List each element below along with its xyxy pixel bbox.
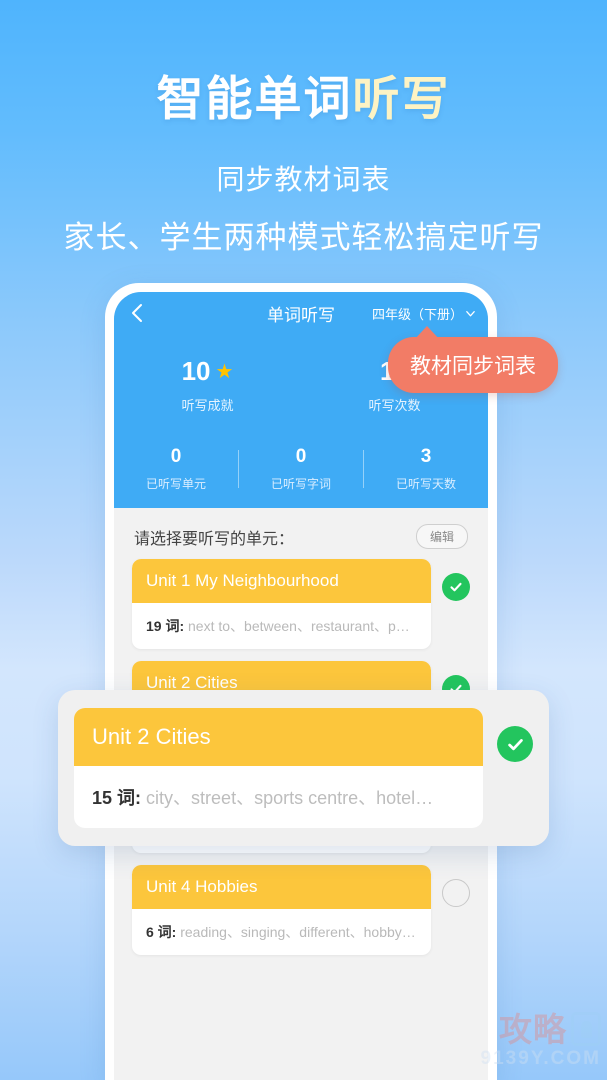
watermark: 攻略 9139Y.COM <box>481 1012 601 1070</box>
stat-words-label: 已听写字词 <box>239 475 363 492</box>
unit-title: Unit 2 Cities <box>74 708 483 766</box>
hero-subtitle-2: 家长、学生两种模式轻松搞定听写 <box>0 212 607 257</box>
callout-tail <box>414 326 440 340</box>
list-item[interactable]: Unit 4 Hobbies 6 词: reading、singing、diff… <box>132 865 470 955</box>
phone-screen: 单词听写 四年级（下册） 10 ★ 听写成就 13 <box>114 292 488 1080</box>
check-icon <box>505 734 526 755</box>
stat-words-value: 0 <box>239 446 363 468</box>
unit-word-count: 6 词: <box>146 924 176 940</box>
unit-checkbox-checked[interactable] <box>442 573 470 601</box>
unit-checkbox-checked[interactable] <box>497 726 533 762</box>
unit-word-preview: next to、between、restaurant、po… <box>188 618 418 634</box>
stat-days-label: 已听写天数 <box>364 475 488 492</box>
stat-achievement: 10 ★ 听写成就 <box>114 356 301 414</box>
unit-title: Unit 1 My Neighbourhood <box>132 559 431 603</box>
stat-units: 0 已听写单元 <box>114 446 238 492</box>
unit-list-header: 请选择要听写的单元： 编辑 <box>132 508 470 559</box>
stat-times-label: 听写次数 <box>301 395 488 414</box>
callout-badge: 教材同步词表 <box>388 337 558 393</box>
phone-mockup: 单词听写 四年级（下册） 10 ★ 听写成就 13 <box>105 283 497 1080</box>
grade-label: 四年级（下册） <box>372 304 463 323</box>
unit-word-preview: reading、singing、different、hobby… <box>180 924 416 940</box>
highlighted-unit-card[interactable]: Unit 2 Cities 15 词: city、street、sports c… <box>58 690 549 846</box>
unit-words: 19 词: next to、between、restaurant、po… <box>132 603 431 649</box>
hero-subtitle-1: 同步教材词表 <box>0 158 607 198</box>
unit-list-heading: 请选择要听写的单元： <box>134 525 294 549</box>
check-icon <box>448 579 464 595</box>
stat-days: 3 已听写天数 <box>364 446 488 492</box>
chevron-left-icon[interactable] <box>126 302 148 324</box>
unit-card[interactable]: Unit 1 My Neighbourhood 19 词: next to、be… <box>132 559 431 649</box>
unit-words: 6 词: reading、singing、different、hobby… <box>132 909 431 955</box>
unit-word-preview: city、street、sports centre、hotel… <box>146 788 433 808</box>
star-icon: ★ <box>215 362 233 382</box>
stat-achievement-label: 听写成就 <box>114 395 301 414</box>
watermark-domain: 9139Y.COM <box>481 1048 601 1070</box>
unit-words: 15 词: city、street、sports centre、hotel… <box>74 766 483 828</box>
chevron-down-icon <box>465 308 476 319</box>
watermark-row: 攻略 <box>499 1012 601 1046</box>
page-title: 智能单词听写 <box>0 72 607 126</box>
app-header: 单词听写 四年级（下册） 10 ★ 听写成就 13 <box>114 292 488 508</box>
unit-word-count: 19 词: <box>146 618 184 634</box>
unit-checkbox-unchecked[interactable] <box>442 879 470 907</box>
stat-units-label: 已听写单元 <box>114 475 238 492</box>
edit-button[interactable]: 编辑 <box>416 524 468 549</box>
hero-section: 智能单词听写 同步教材词表 家长、学生两种模式轻松搞定听写 <box>0 0 607 257</box>
unit-card[interactable]: Unit 2 Cities 15 词: city、street、sports c… <box>74 708 483 828</box>
page-title-accent: 听写 <box>353 72 451 125</box>
list-item[interactable]: Unit 1 My Neighbourhood 19 词: next to、be… <box>132 559 470 649</box>
stat-words: 0 已听写字词 <box>239 446 363 492</box>
secondary-stats: 0 已听写单元 0 已听写字词 3 已听写天数 <box>114 446 488 492</box>
unit-word-count: 15 词: <box>92 788 141 808</box>
stat-units-value: 0 <box>114 446 238 468</box>
stat-days-value: 3 <box>364 446 488 468</box>
callout-label: 教材同步词表 <box>410 355 536 378</box>
stat-achievement-value: 10 <box>182 356 211 387</box>
page-title-white: 智能单词 <box>157 72 353 125</box>
grade-selector[interactable]: 四年级（下册） <box>372 304 476 323</box>
unit-title: Unit 4 Hobbies <box>132 865 431 909</box>
unit-card[interactable]: Unit 4 Hobbies 6 词: reading、singing、diff… <box>132 865 431 955</box>
phone-badge-icon <box>571 1012 601 1046</box>
watermark-main-text: 攻略 <box>499 1013 567 1046</box>
